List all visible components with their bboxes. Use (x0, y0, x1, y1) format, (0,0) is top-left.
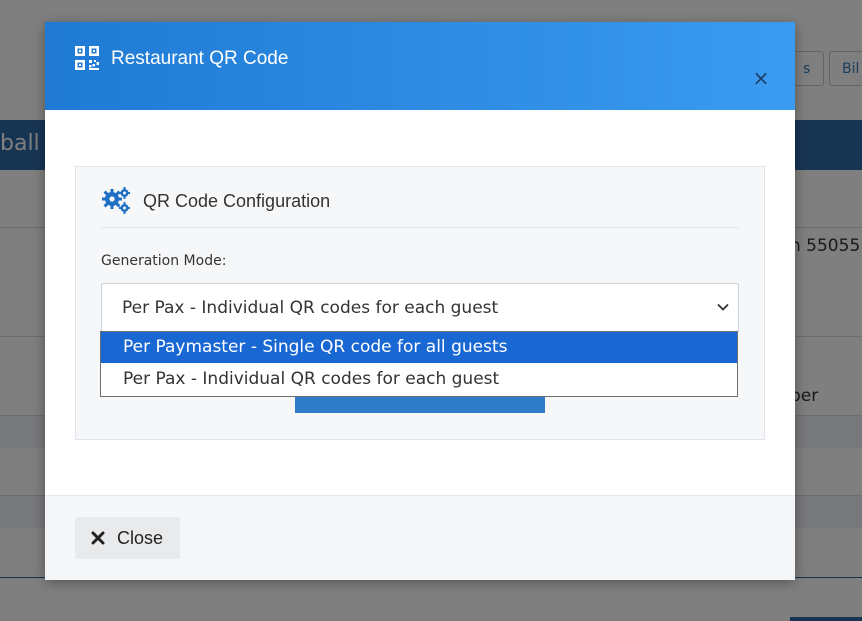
qr-code-icon (75, 46, 99, 70)
modal-body: QR Code Configuration Generation Mode: P… (45, 110, 795, 495)
times-icon (91, 531, 105, 545)
close-button-label: Close (117, 528, 164, 548)
generate-button-partial[interactable] (295, 397, 545, 413)
chevron-down-icon (717, 303, 729, 311)
qr-code-modal: Restaurant QR Code × QR Code Configurati… (45, 22, 795, 580)
qr-config-panel: QR Code Configuration Generation Mode: P… (75, 166, 765, 440)
panel-title: QR Code Configuration (143, 191, 331, 211)
option-per-pax[interactable]: Per Pax - Individual QR codes for each g… (101, 364, 737, 395)
generation-mode-label: Generation Mode: (101, 253, 227, 269)
generation-mode-options: Per Paymaster - Single QR code for all g… (100, 331, 738, 397)
generation-mode-select[interactable]: Per Pax - Individual QR codes for each g… (101, 283, 739, 333)
gears-icon (102, 187, 130, 214)
modal-title: Restaurant QR Code (111, 48, 289, 69)
close-button[interactable]: Close (75, 517, 180, 559)
close-icon[interactable]: × (750, 67, 772, 89)
panel-divider (101, 227, 739, 228)
option-per-paymaster[interactable]: Per Paymaster - Single QR code for all g… (101, 332, 737, 363)
select-current-value: Per Pax - Individual QR codes for each g… (122, 298, 499, 318)
modal-footer: Close (45, 495, 795, 580)
modal-header: Restaurant QR Code × (45, 22, 795, 110)
